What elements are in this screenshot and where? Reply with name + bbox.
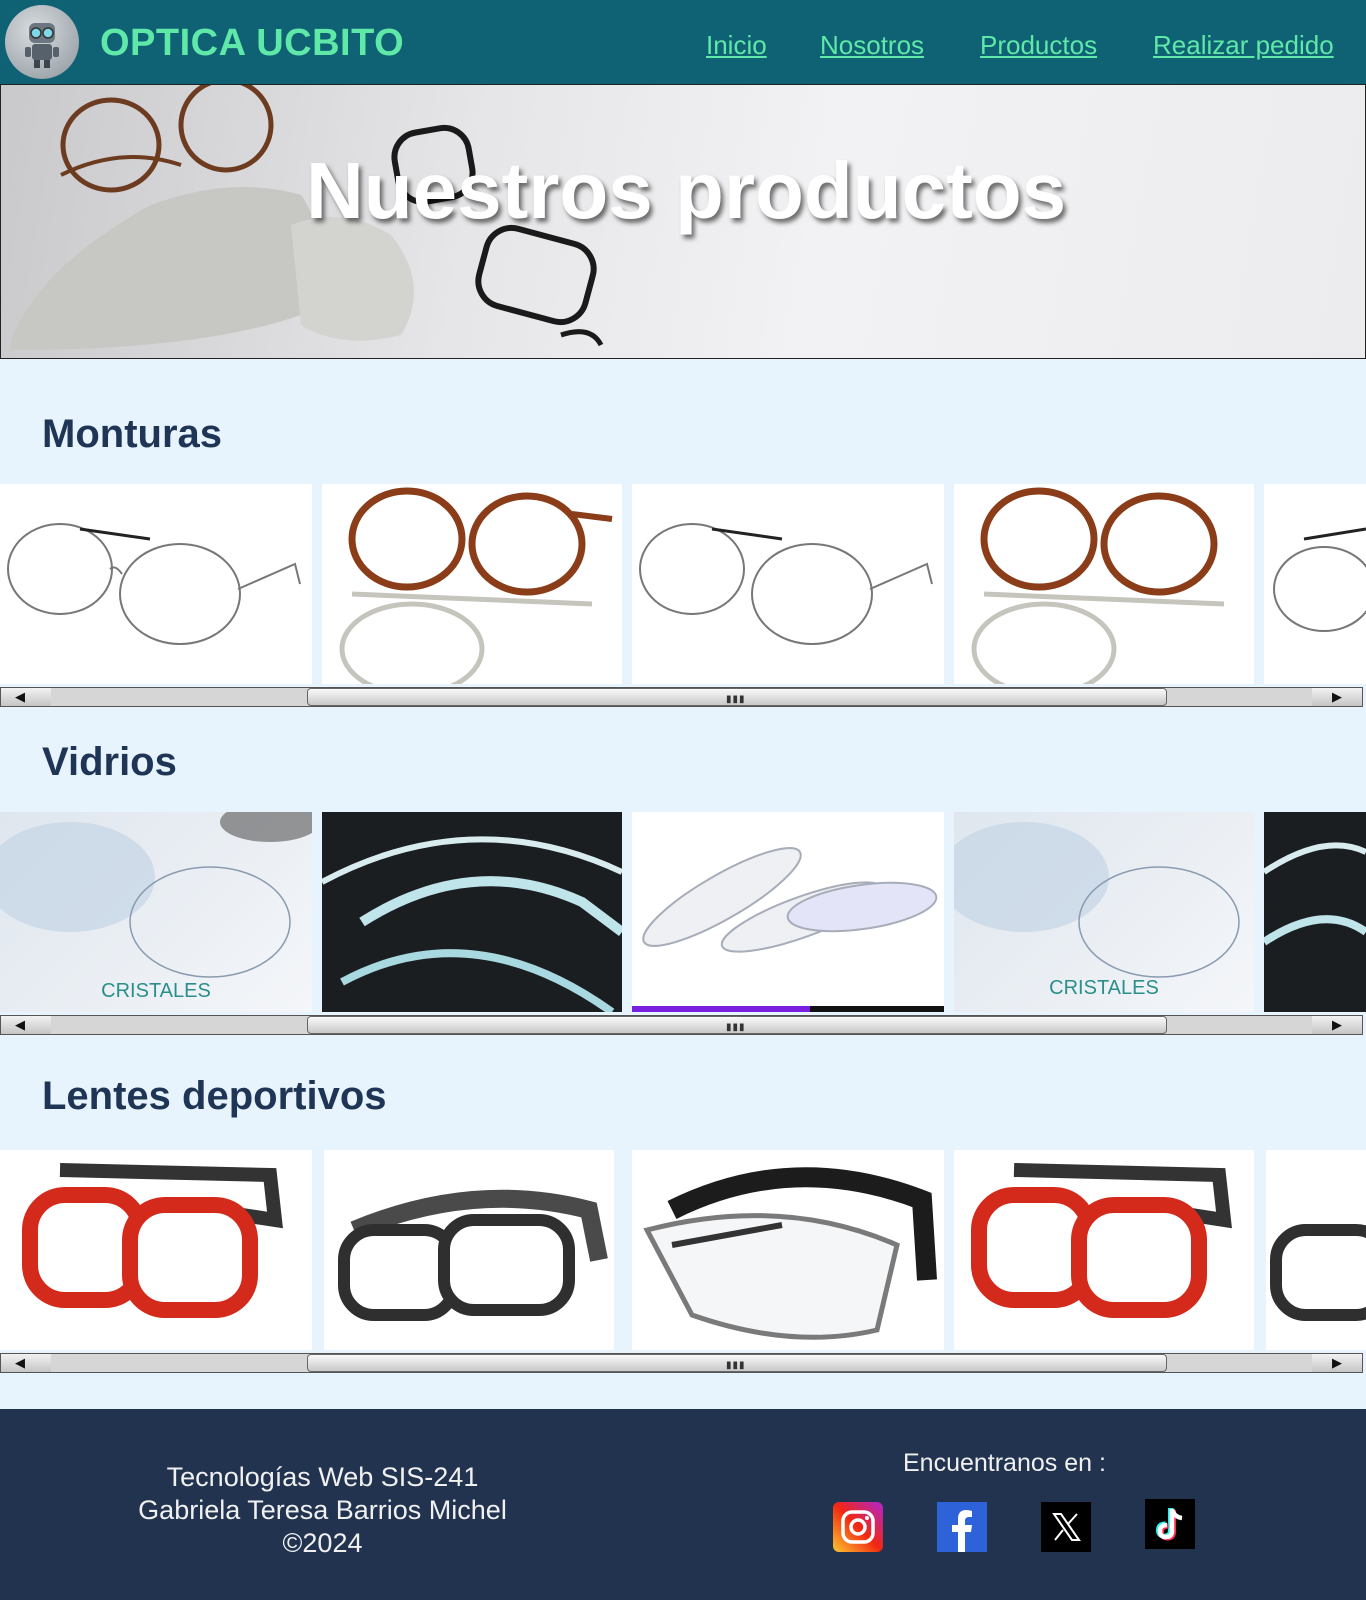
lens-image (322, 836, 622, 1012)
robot-logo-icon[interactable] (5, 5, 79, 79)
course-name: Tecnologías Web SIS-241 (166, 1462, 479, 1492)
grip-icon: ▮▮▮ (726, 694, 746, 705)
lens-image (632, 847, 944, 1012)
section-title-monturas: Monturas (42, 412, 222, 456)
scroll-right-button[interactable]: ▶ (1312, 1354, 1362, 1372)
product-card[interactable] (322, 484, 622, 684)
author-name: Gabriela Teresa Barrios Michel (138, 1495, 507, 1525)
sport-goggles-image (338, 1189, 608, 1321)
scroll-right-button[interactable]: ▶ (1312, 688, 1362, 706)
nav-link-realizar-pedido[interactable]: Realizar pedido (1153, 30, 1334, 61)
product-card[interactable]: CRISTALES (954, 812, 1254, 1012)
scroll-thumb[interactable]: ▮▮▮ (307, 1016, 1167, 1034)
scrollbar-lentes-deportivos[interactable]: ◀ ▮▮▮ ▶ (0, 1353, 1363, 1373)
x-icon[interactable] (1041, 1502, 1091, 1552)
arrow-right-icon: ▶ (1332, 1018, 1342, 1033)
hero-banner: Nuestros productos (0, 84, 1366, 359)
product-card[interactable] (954, 484, 1254, 684)
product-card[interactable] (1264, 812, 1366, 1012)
product-card[interactable] (1264, 484, 1366, 684)
arrow-right-icon: ▶ (1332, 690, 1342, 705)
instagram-icon[interactable] (833, 1502, 883, 1552)
frame-image (639, 523, 933, 645)
product-card[interactable] (632, 484, 944, 684)
carousel-monturas (0, 484, 1366, 684)
lens-image (1264, 842, 1366, 946)
product-card[interactable] (954, 1150, 1254, 1350)
arrow-left-icon: ◀ (15, 690, 25, 705)
frame-image (1273, 527, 1366, 632)
sport-goggles-image (971, 1163, 1232, 1318)
frame-image (971, 487, 1225, 684)
scroll-left-button[interactable]: ◀ (1, 688, 51, 706)
product-card[interactable] (322, 812, 622, 1012)
frame-image (339, 487, 613, 684)
site-header: OPTICA UCBITO Inicio Nosotros Productos … (0, 0, 1366, 84)
scrollbar-vidrios[interactable]: ◀ ▮▮▮ ▶ (0, 1015, 1363, 1035)
product-card[interactable]: CRISTALES (0, 812, 312, 1012)
product-card[interactable] (0, 484, 312, 684)
product-card[interactable] (632, 1150, 944, 1350)
nav-link-nosotros[interactable]: Nosotros (820, 30, 924, 61)
scroll-right-button[interactable]: ▶ (1312, 1016, 1362, 1034)
product-card[interactable] (632, 812, 944, 1012)
tiktok-icon[interactable] (1145, 1499, 1195, 1549)
product-card[interactable] (0, 1150, 312, 1350)
section-title-lentes-deportivos: Lentes deportivos (42, 1074, 387, 1118)
sport-goggles-image (643, 1167, 937, 1340)
arrow-left-icon: ◀ (15, 1018, 25, 1033)
nav-link-inicio[interactable]: Inicio (706, 30, 767, 61)
product-card[interactable] (324, 1150, 614, 1350)
scroll-thumb[interactable]: ▮▮▮ (307, 1354, 1167, 1372)
footer-credits: Tecnologías Web SIS-241 Gabriela Teresa … (120, 1461, 525, 1560)
hero-title: Nuestros productos (306, 146, 1067, 235)
copyright-year: ©2024 (282, 1528, 363, 1558)
scroll-thumb[interactable]: ▮▮▮ (307, 688, 1167, 706)
product-card[interactable] (1266, 1150, 1366, 1350)
facebook-icon[interactable] (937, 1502, 987, 1552)
section-title-vidrios: Vidrios (42, 740, 177, 784)
grip-icon: ▮▮▮ (726, 1022, 746, 1033)
frame-image (7, 523, 301, 645)
site-footer: Tecnologías Web SIS-241 Gabriela Teresa … (0, 1409, 1366, 1600)
sport-goggles-image (1270, 1224, 1366, 1321)
scroll-left-button[interactable]: ◀ (1, 1016, 51, 1034)
brand-name[interactable]: OPTICA UCBITO (100, 22, 404, 65)
nav-link-productos[interactable]: Productos (980, 30, 1097, 61)
card-caption: CRISTALES (1049, 977, 1159, 999)
card-caption: CRISTALES (101, 980, 211, 1002)
carousel-lentes-deportivos (0, 1150, 1366, 1350)
sport-goggles-image (22, 1163, 283, 1318)
arrow-right-icon: ▶ (1332, 1356, 1342, 1371)
carousel-vidrios: CRISTALES CRISTALES (0, 812, 1366, 1012)
scrollbar-monturas[interactable]: ◀ ▮▮▮ ▶ (0, 687, 1363, 707)
arrow-left-icon: ◀ (15, 1356, 25, 1371)
scroll-left-button[interactable]: ◀ (1, 1354, 51, 1372)
find-us-label: Encuentranos en : (903, 1449, 1106, 1477)
grip-icon: ▮▮▮ (726, 1360, 746, 1371)
